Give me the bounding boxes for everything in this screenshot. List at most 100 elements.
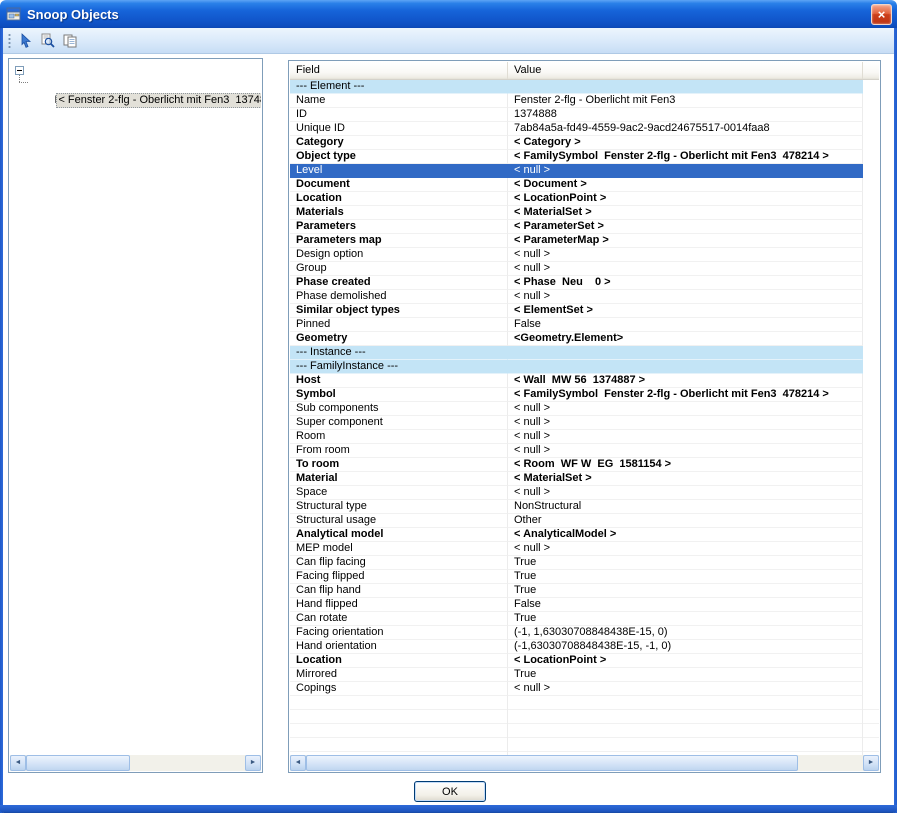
grid-row[interactable]: Can rotateTrue bbox=[290, 612, 879, 626]
section-row[interactable]: --- FamilyInstance --- bbox=[290, 360, 879, 374]
column-header-field[interactable]: Field bbox=[290, 62, 508, 79]
field-cell: Geometry bbox=[290, 332, 508, 346]
grid-row[interactable]: Geometry<Geometry.Element> bbox=[290, 332, 879, 346]
value-cell bbox=[508, 346, 863, 360]
scroll-track[interactable] bbox=[306, 755, 863, 771]
field-cell: Pinned bbox=[290, 318, 508, 332]
field-cell: Structural usage bbox=[290, 514, 508, 528]
grid-row[interactable]: Document< Document > bbox=[290, 178, 879, 192]
grid-row[interactable]: Can flip handTrue bbox=[290, 584, 879, 598]
grid-row[interactable]: Space< null > bbox=[290, 486, 879, 500]
value-cell: True bbox=[508, 570, 863, 584]
snoop-selection-button[interactable] bbox=[15, 30, 37, 52]
value-cell: < null > bbox=[508, 248, 863, 262]
ok-button[interactable]: OK bbox=[414, 781, 486, 802]
grid-row[interactable]: To room< Room WF W EG 1581154 > bbox=[290, 458, 879, 472]
value-cell: False bbox=[508, 598, 863, 612]
grid-row[interactable]: Facing flippedTrue bbox=[290, 570, 879, 584]
value-cell: < null > bbox=[508, 416, 863, 430]
value-cell: < null > bbox=[508, 290, 863, 304]
grid-row[interactable]: Phase demolished< null > bbox=[290, 290, 879, 304]
value-cell: < ParameterMap > bbox=[508, 234, 863, 248]
value-cell: < ElementSet > bbox=[508, 304, 863, 318]
grid-row[interactable]: From room< null > bbox=[290, 444, 879, 458]
field-cell: Parameters map bbox=[290, 234, 508, 248]
field-cell: Can flip facing bbox=[290, 556, 508, 570]
scroll-left-button[interactable]: ◄ bbox=[10, 755, 26, 771]
scroll-left-button[interactable]: ◄ bbox=[290, 755, 306, 771]
grid-row[interactable]: Group< null > bbox=[290, 262, 879, 276]
section-row[interactable]: --- Element --- bbox=[290, 80, 879, 94]
grid-row[interactable]: Level< null > bbox=[290, 164, 879, 178]
value-cell: 7ab84a5a-fd49-4559-9ac2-9acd24675517-001… bbox=[508, 122, 863, 136]
grid-row[interactable]: Super component< null > bbox=[290, 416, 879, 430]
section-row[interactable]: --- Instance --- bbox=[290, 346, 879, 360]
grid-row[interactable]: MirroredTrue bbox=[290, 668, 879, 682]
value-cell: < AnalyticalModel > bbox=[508, 528, 863, 542]
grid-row[interactable]: Copings< null > bbox=[290, 682, 879, 696]
scroll-track[interactable] bbox=[26, 755, 245, 771]
grid-row[interactable]: Analytical model< AnalyticalModel > bbox=[290, 528, 879, 542]
value-cell: < MaterialSet > bbox=[508, 206, 863, 220]
scroll-right-button[interactable]: ► bbox=[863, 755, 879, 771]
grid-row[interactable]: NameFenster 2-flg - Oberlicht mit Fen3 bbox=[290, 94, 879, 108]
grid-row[interactable]: Similar object types< ElementSet > bbox=[290, 304, 879, 318]
grid-row[interactable]: Symbol< FamilySymbol Fenster 2-flg - Obe… bbox=[290, 388, 879, 402]
grid-header: Field Value bbox=[290, 62, 879, 80]
field-cell: Object type bbox=[290, 150, 508, 164]
value-cell: < Room WF W EG 1581154 > bbox=[508, 458, 863, 472]
value-cell: < null > bbox=[508, 444, 863, 458]
field-cell: Symbol bbox=[290, 388, 508, 402]
grid-row[interactable]: Sub components< null > bbox=[290, 402, 879, 416]
grid-row[interactable]: Location< LocationPoint > bbox=[290, 654, 879, 668]
tree-child-label: < Fenster 2-flg - Oberlicht mit Fen3 137… bbox=[56, 93, 261, 108]
value-cell bbox=[508, 80, 863, 94]
field-cell: Super component bbox=[290, 416, 508, 430]
field-cell: Group bbox=[290, 262, 508, 276]
grid-row[interactable]: Category< Category > bbox=[290, 136, 879, 150]
grid-row[interactable]: Parameters< ParameterSet > bbox=[290, 220, 879, 234]
grid-row[interactable]: Phase created< Phase Neu 0 > bbox=[290, 276, 879, 290]
grid-row[interactable]: MEP model< null > bbox=[290, 542, 879, 556]
grid-row[interactable]: Materials< MaterialSet > bbox=[290, 206, 879, 220]
toolbar-grip[interactable] bbox=[8, 33, 11, 49]
scroll-right-button[interactable]: ► bbox=[245, 755, 261, 771]
grid-row[interactable]: Facing orientation(-1, 1,63030708848438E… bbox=[290, 626, 879, 640]
grid-row[interactable]: Location< LocationPoint > bbox=[290, 192, 879, 206]
grid-row[interactable]: ID1374888 bbox=[290, 108, 879, 122]
value-cell: <Geometry.Element> bbox=[508, 332, 863, 346]
grid-row[interactable]: Structural typeNonStructural bbox=[290, 500, 879, 514]
value-cell: Fenster 2-flg - Oberlicht mit Fen3 bbox=[508, 94, 863, 108]
grid-row[interactable]: Host< Wall MW 56 1374887 > bbox=[290, 374, 879, 388]
grid-row[interactable]: Object type< FamilySymbol Fenster 2-flg … bbox=[290, 150, 879, 164]
grid-row[interactable]: Can flip facingTrue bbox=[290, 556, 879, 570]
grid-row[interactable]: Unique ID7ab84a5a-fd49-4559-9ac2-9acd246… bbox=[290, 122, 879, 136]
value-cell: True bbox=[508, 668, 863, 682]
field-cell: Similar object types bbox=[290, 304, 508, 318]
tree-node-familyinstance[interactable]: FamilyInstance bbox=[10, 63, 261, 78]
snoop-search-button[interactable] bbox=[37, 30, 59, 52]
field-cell: Can rotate bbox=[290, 612, 508, 626]
field-cell: From room bbox=[290, 444, 508, 458]
tree-collapse-icon[interactable] bbox=[15, 66, 24, 75]
column-header-value[interactable]: Value bbox=[508, 62, 863, 79]
window-left-edge bbox=[0, 28, 3, 813]
grid-row[interactable]: Hand flippedFalse bbox=[290, 598, 879, 612]
grid-row[interactable]: Material< MaterialSet > bbox=[290, 472, 879, 486]
close-button[interactable]: × bbox=[871, 4, 892, 25]
grid-row[interactable]: Room< null > bbox=[290, 430, 879, 444]
scroll-thumb[interactable] bbox=[26, 755, 130, 771]
grid-row[interactable]: Hand orientation(-1,63030708848438E-15, … bbox=[290, 640, 879, 654]
title-bar[interactable]: Snoop Objects × bbox=[0, 0, 897, 28]
copy-button[interactable] bbox=[59, 30, 81, 52]
grid-row[interactable]: PinnedFalse bbox=[290, 318, 879, 332]
column-divider bbox=[507, 696, 508, 755]
grid-row[interactable]: Structural usageOther bbox=[290, 514, 879, 528]
grid-row[interactable]: Design option< null > bbox=[290, 248, 879, 262]
grid-row[interactable]: Parameters map< ParameterMap > bbox=[290, 234, 879, 248]
tree-node-instance[interactable]: < Fenster 2-flg - Oberlicht mit Fen3 137… bbox=[10, 78, 261, 93]
value-cell bbox=[508, 360, 863, 374]
field-cell: Facing orientation bbox=[290, 626, 508, 640]
scroll-thumb[interactable] bbox=[306, 755, 798, 771]
grid-hscrollbar: ◄ ► bbox=[290, 755, 879, 771]
